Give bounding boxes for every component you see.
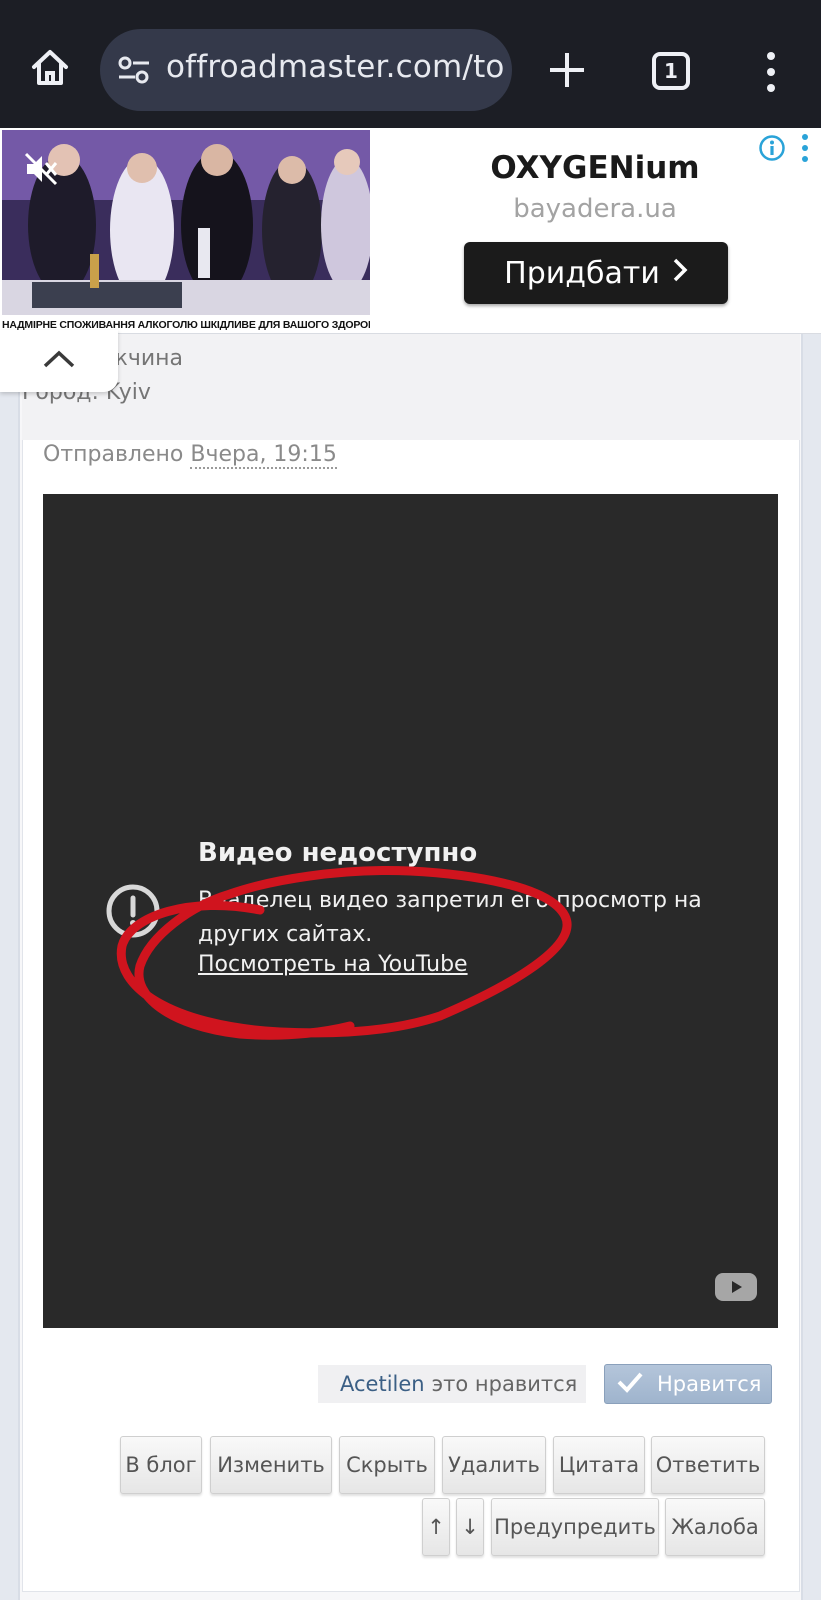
ad-domain[interactable]: bayadera.ua [430,194,760,224]
more-menu-icon[interactable] [760,50,782,94]
like-button-label: Нравится [657,1372,762,1396]
video-unavailable-message: Владелец видео запретил его просмотр на … [198,888,702,947]
ad-image[interactable] [2,130,370,315]
chevron-right-icon [672,256,688,291]
chevron-up-icon [42,349,76,373]
collapse-ad-button[interactable] [0,330,118,392]
quote-button[interactable]: Цитата [553,1436,645,1494]
ad-brand-name[interactable]: OXYGENium [430,150,760,186]
reply-button[interactable]: Ответить [651,1436,765,1494]
ad-buy-button[interactable]: Придбати [464,242,728,304]
ad-more-icon[interactable] [798,132,812,164]
tab-switcher-icon[interactable]: 1 [652,52,690,90]
post-date: Отправлено Вчера, 19:15 [43,442,337,469]
likes-summary: Acetilen это нравится [318,1365,586,1403]
edit-button[interactable]: Изменить [210,1436,332,1494]
post-date-link[interactable]: Вчера, 19:15 [190,442,337,469]
page-right-gutter [801,128,821,1600]
move-up-button[interactable]: ↑ [422,1498,450,1556]
delete-button[interactable]: Удалить [442,1436,546,1494]
profile-gender: жчина [108,346,183,371]
browser-toolbar: offroadmaster.com/to 1 [0,0,821,128]
report-button[interactable]: Жалоба [665,1498,765,1556]
youtube-logo-icon[interactable] [714,1272,758,1302]
video-unavailable-title: Видео недоступно [198,838,478,868]
warn-button[interactable]: Предупредить [491,1498,659,1556]
liker-username[interactable]: Acetilen [340,1372,425,1396]
post-date-label: Отправлено [43,442,191,467]
info-icon[interactable] [758,134,786,162]
site-settings-icon[interactable] [116,54,152,86]
to-blog-button[interactable]: В блог [120,1436,202,1494]
mute-icon[interactable] [22,150,60,188]
tab-count: 1 [664,59,678,83]
new-tab-plus-icon[interactable] [540,43,594,97]
like-button[interactable]: Нравится [604,1364,772,1404]
ad-buy-label: Придбати [504,255,660,291]
likes-suffix: это нравится [431,1372,578,1396]
url-text: offroadmaster.com/to [166,49,505,85]
address-bar[interactable]: offroadmaster.com/to [100,29,512,111]
move-down-button[interactable]: ↓ [456,1498,484,1556]
checkmark-icon [617,1371,643,1398]
alert-icon [104,882,162,940]
home-icon[interactable] [22,40,78,96]
hide-button[interactable]: Скрыть [339,1436,435,1494]
watch-on-youtube-link[interactable]: Посмотреть на YouTube [198,952,468,977]
